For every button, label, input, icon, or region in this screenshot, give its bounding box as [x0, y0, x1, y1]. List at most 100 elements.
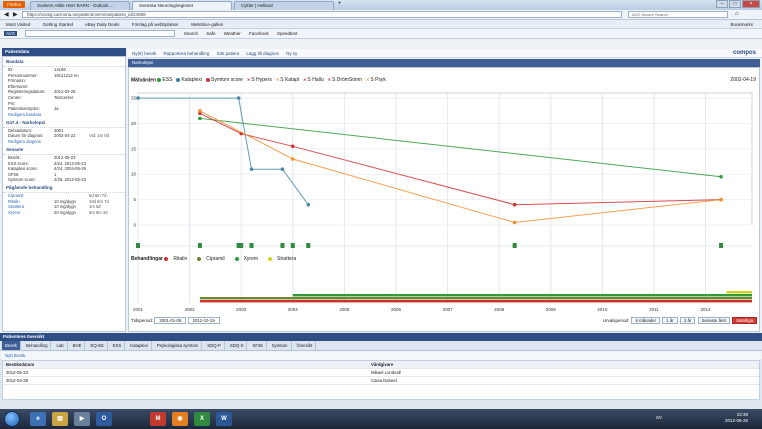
interval-2y-button[interactable]: 2 år: [679, 317, 696, 325]
data-point: [290, 144, 295, 149]
date-from-input[interactable]: 2001-01-08: [154, 317, 187, 325]
browser-tab-outlook[interactable]: Soekers Attile HSH BARN - Outlook ...: [30, 1, 130, 10]
legend-item[interactable]: ESS: [157, 77, 172, 83]
bookmarks-menu[interactable]: Bookmarks: [730, 20, 753, 29]
treatment-legend-item[interactable]: Ritalin: [164, 256, 192, 262]
overview-tab[interactable]: Besök: [2, 341, 21, 350]
legend-dot-icon: [164, 256, 169, 261]
browser-tab-bar: Firefox Soekers Attile HSH BARN - Outloo…: [0, 0, 762, 10]
treatment-legend-item[interactable]: Strattera: [268, 256, 301, 262]
overview-tab[interactable]: Psykologiska symtom: [154, 341, 203, 350]
new-tab-button[interactable]: +: [338, 1, 342, 7]
x-tick-label: 2002: [185, 307, 196, 312]
close-icon[interactable]: ×: [742, 0, 760, 8]
avg-safe-button[interactable]: Safe: [206, 31, 215, 36]
explorer-icon[interactable]: ▤: [52, 412, 68, 426]
minimize-icon[interactable]: –: [716, 0, 728, 8]
legend-item[interactable]: ✕S DrömSömn: [328, 77, 362, 83]
date-to-input[interactable]: 2012-10-19: [187, 317, 220, 325]
new-visit-button[interactable]: Nytt besök: [5, 353, 25, 358]
report-treatment-link[interactable]: Rapportera behandling: [164, 51, 210, 56]
treatment-legend-item[interactable]: Xyrem: [234, 256, 263, 262]
overview-tab[interactable]: Symtom: [269, 341, 292, 350]
back-icon[interactable]: ◀: [4, 11, 9, 18]
y-tick-label: 20: [131, 121, 137, 126]
avg-logo: AVG: [4, 31, 18, 36]
overview-tab[interactable]: ESS: [110, 341, 126, 350]
new-view-link[interactable]: Ny vy: [286, 51, 297, 56]
legend-item[interactable]: Kataplexi: [176, 77, 202, 83]
chart-date: 2002-04-19: [730, 77, 756, 83]
overview-header: Patientens översikt: [0, 333, 762, 341]
event-flag-icon: [280, 243, 285, 248]
browser-search-input[interactable]: AVG Secure Search: [628, 11, 728, 18]
overview-tab[interactable]: SDQ-P: [204, 341, 225, 350]
legend-item[interactable]: ✕S Hallu: [303, 77, 323, 83]
interval-1y-button[interactable]: 1 år: [662, 317, 678, 325]
column-header[interactable]: Besöksdatum: [3, 361, 371, 368]
interval-6m-button[interactable]: 6 månader: [631, 317, 661, 325]
windows-taskbar: e ▤ ▶ O M ◉ X W SV 22:39 2012-06-26: [0, 409, 762, 429]
word-icon[interactable]: W: [216, 412, 232, 426]
home-icon[interactable]: ⌂: [735, 11, 739, 17]
language-indicator[interactable]: SV: [656, 415, 662, 420]
interval-all-button[interactable]: Samtliga: [732, 317, 757, 325]
avg-weather-button[interactable]: Weather: [224, 31, 241, 36]
firefox-menu-button[interactable]: Firefox: [3, 1, 25, 8]
overview-tab[interactable]: Lab: [53, 341, 68, 350]
legend-item[interactable]: ✕S Katapl: [276, 77, 299, 83]
overview-tab[interactable]: EQ-5D: [87, 341, 108, 350]
bookmark-item[interactable]: Förslag på webbplatser: [132, 22, 179, 27]
bookmark-item[interactable]: eBay Daily Deals: [85, 22, 119, 27]
overview-tab[interactable]: Behandling: [23, 341, 52, 350]
overview-tab[interactable]: Översikt: [294, 341, 317, 350]
maximize-icon[interactable]: □: [729, 0, 741, 8]
url-input[interactable]: https://novsg.carmona.se/patient/overvie…: [22, 11, 622, 18]
event-flag-icon: [290, 243, 295, 248]
ie-icon[interactable]: e: [30, 412, 46, 426]
bookmark-item[interactable]: Getting Started: [43, 22, 73, 27]
latest-section-title[interactable]: Senaste: [3, 145, 125, 155]
overview-tab[interactable]: SDQ-S: [227, 341, 248, 350]
antivirus-icon[interactable]: M: [150, 412, 166, 426]
avg-speedtest-button[interactable]: Speedtest: [277, 31, 297, 36]
avg-facebook-button[interactable]: Facebook: [249, 31, 269, 36]
excel-icon[interactable]: X: [194, 412, 210, 426]
start-button-icon[interactable]: [4, 411, 20, 427]
overview-tab[interactable]: BHE: [70, 341, 86, 350]
bookmark-item[interactable]: WebSlice-galleri: [191, 22, 223, 27]
avg-search-button[interactable]: Search: [184, 31, 198, 36]
diagnosis-tab-header[interactable]: Narkolepsi: [128, 59, 760, 67]
system-clock[interactable]: 22:39 2012-06-26: [725, 412, 748, 424]
legend-item[interactable]: ✕S Hypers: [247, 77, 272, 83]
browser-tab-cykler[interactable]: Cykler | Helland: [234, 1, 334, 10]
ongoing-treatment-section-title[interactable]: Pågående behandling: [3, 183, 125, 193]
legend-cross-icon: ✕: [366, 77, 370, 82]
overview-tab[interactable]: Kataplexi: [127, 341, 152, 350]
overview-tab[interactable]: SF36: [249, 341, 267, 350]
table-row[interactable]: 2012-05-23 Mikael Lundvall: [3, 369, 759, 377]
data-point: [136, 96, 140, 100]
treatment-legend: Behandlingar Ritalin Cipramil Xyrem Stratte…: [128, 256, 311, 262]
forward-icon[interactable]: ▶: [13, 11, 18, 18]
browser-tab-neuroregister[interactable]: Svenska Neurologiregistret: [132, 1, 232, 10]
interval-last-year-button[interactable]: Senaste året: [697, 317, 731, 325]
new-visit-link[interactable]: Ny(tt) besök: [132, 51, 156, 56]
legend-item[interactable]: ✕S Psyk: [366, 77, 386, 83]
table-row[interactable]: 2012-03-28 Caisa Dalund: [3, 377, 759, 385]
event-flag-icon: [512, 243, 517, 248]
media-icon[interactable]: ▶: [74, 412, 90, 426]
diagnosis-section-title[interactable]: G47.4 - Narkolepsi: [3, 118, 125, 128]
bookmark-item[interactable]: Most Visited: [6, 22, 30, 27]
treatment-legend-item[interactable]: Cipramil: [197, 256, 229, 262]
column-header[interactable]: Vårdgivare: [371, 361, 759, 368]
search-patient-link[interactable]: Sök patient: [217, 51, 240, 56]
add-diagnosis-link[interactable]: Lägg till diagnos: [246, 51, 279, 56]
y-tick-label: 15: [131, 146, 137, 151]
legend-item[interactable]: Symtom score: [206, 77, 243, 83]
firefox-icon[interactable]: ◉: [172, 412, 188, 426]
legend-cross-icon: ✕: [275, 77, 280, 82]
basdata-section-title[interactable]: Basdata: [3, 57, 125, 67]
outlook-icon[interactable]: O: [96, 412, 112, 426]
avg-search-input[interactable]: [25, 30, 176, 38]
